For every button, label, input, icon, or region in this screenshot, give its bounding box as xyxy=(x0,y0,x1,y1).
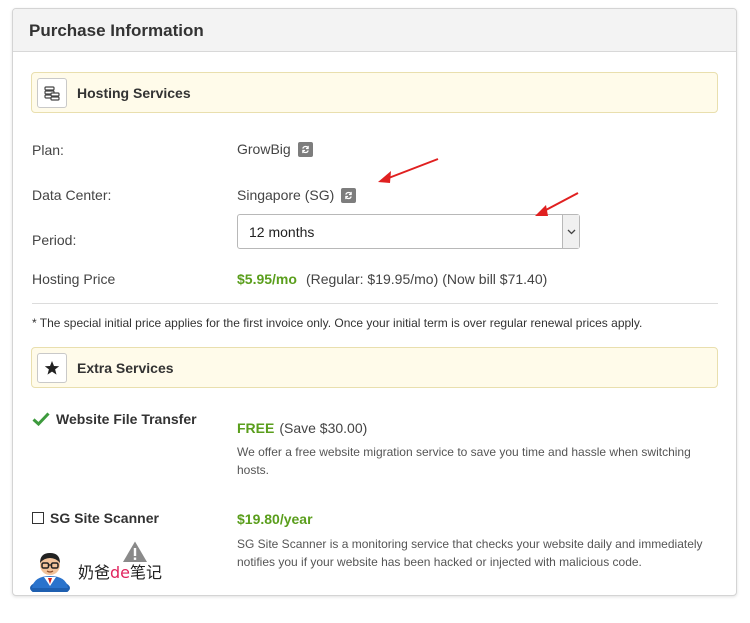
stack-icon xyxy=(37,77,67,108)
plan-value-row: GrowBig xyxy=(237,141,313,157)
hosting-section-header: Hosting Services xyxy=(31,72,718,113)
file-transfer-name[interactable]: Website File Transfer xyxy=(32,411,197,427)
plan-label: Plan: xyxy=(32,142,64,158)
watermark-text-part2: 笔记 xyxy=(130,563,163,582)
hosting-price-amount: $5.95/mo xyxy=(237,271,297,287)
site-scanner-price-row: $19.80/year xyxy=(237,511,313,527)
purchase-panel: Purchase Information Hosting Services Pl… xyxy=(12,8,737,596)
watermark-text-part1: 奶爸 xyxy=(78,563,111,582)
star-icon xyxy=(37,352,67,383)
site-scanner-name: SG Site Scanner xyxy=(32,510,159,526)
plan-value: GrowBig xyxy=(237,141,291,157)
change-plan-icon[interactable] xyxy=(297,141,313,157)
check-icon xyxy=(32,412,50,426)
file-transfer-price-row: FREE (Save $30.00) xyxy=(237,420,367,436)
file-transfer-description: We offer a free website migration servic… xyxy=(237,445,691,477)
hosting-price-regular: (Regular: $19.95/mo) xyxy=(305,271,439,287)
initial-price-note: * The special initial price applies for … xyxy=(32,316,643,330)
site-scanner-description: SG Site Scanner is a monitoring service … xyxy=(237,537,703,569)
file-transfer-label: Website File Transfer xyxy=(56,411,197,427)
file-transfer-price: FREE xyxy=(237,420,275,436)
period-label: Period: xyxy=(32,232,77,248)
chevron-down-icon[interactable] xyxy=(562,215,579,248)
site-scanner-price: $19.80/year xyxy=(237,511,313,527)
watermark-text-de: de xyxy=(110,563,131,582)
panel-body: Hosting Services Plan: GrowBig Data Cent… xyxy=(13,52,736,595)
hosting-section-title: Hosting Services xyxy=(77,84,191,101)
period-select[interactable]: 12 months xyxy=(237,214,580,249)
hosting-price-now-bill: (Now bill $71.40) xyxy=(442,271,548,287)
hosting-price-row: $5.95/mo (Regular: $19.95/mo) (Now bill … xyxy=(237,271,547,287)
panel-title: Purchase Information xyxy=(13,9,736,52)
watermark: 奶爸de笔记 xyxy=(28,550,162,592)
site-scanner-checkbox[interactable] xyxy=(32,512,44,524)
file-transfer-save: (Save $30.00) xyxy=(279,420,368,436)
data-center-value-row: Singapore (SG) xyxy=(237,187,357,203)
site-scanner-label: SG Site Scanner xyxy=(50,510,159,526)
change-data-center-icon[interactable] xyxy=(341,187,357,203)
divider xyxy=(32,303,718,304)
extra-section-title: Extra Services xyxy=(77,359,174,376)
data-center-label: Data Center: xyxy=(32,187,112,203)
period-selected-value: 12 months xyxy=(249,223,315,240)
data-center-value: Singapore (SG) xyxy=(237,187,335,203)
avatar-icon xyxy=(30,553,70,592)
hosting-price-label: Hosting Price xyxy=(32,271,116,287)
extra-section-header: Extra Services xyxy=(31,347,718,388)
watermark-text: 奶爸de笔记 xyxy=(78,559,162,583)
